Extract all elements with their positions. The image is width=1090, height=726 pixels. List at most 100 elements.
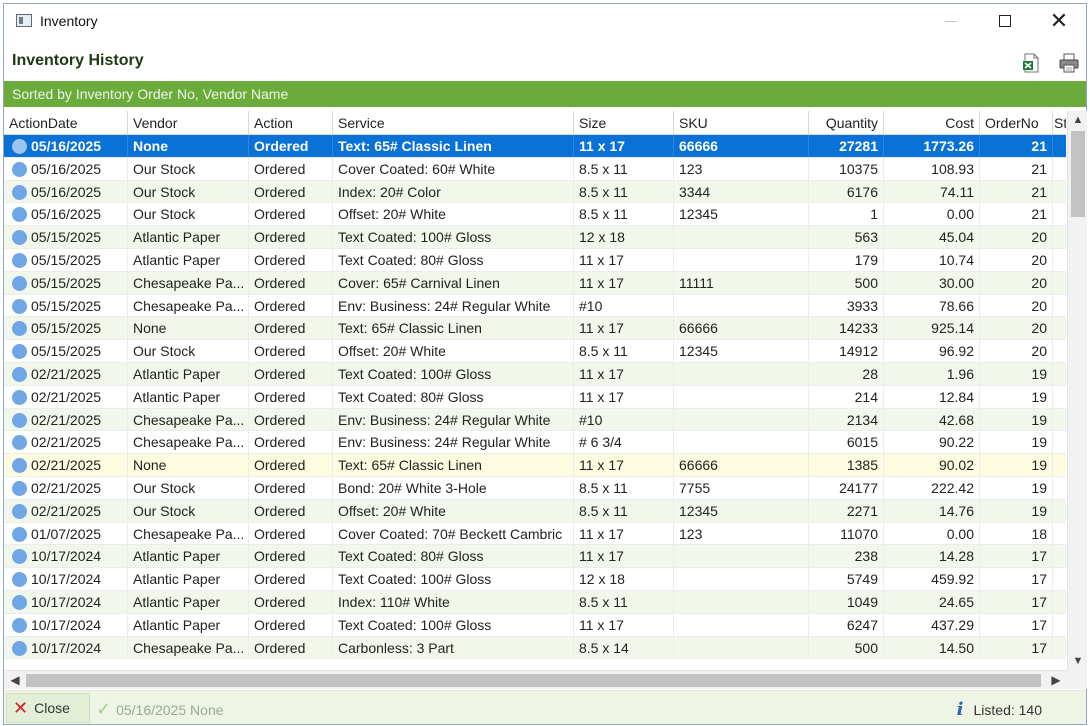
cell-service: Offset: 20# White [333,499,574,522]
cell-service: Text: 65# Classic Linen [333,454,574,476]
cell-action: Ordered [249,590,333,613]
cell-quantity: 179 [809,248,884,271]
cell-sku [674,613,809,636]
sort-description-bar: Sorted by Inventory Order No, Vendor Nam… [4,81,1086,107]
horizontal-scrollbar[interactable]: ◀ ▶ [4,670,1067,689]
table-row[interactable]: 02/21/2025 Our Stock Ordered Offset: 20# Wh… [4,499,1066,523]
table-row[interactable]: 05/15/2025 Our Stock Ordered Offset: 20# Wh… [4,340,1066,363]
table-row[interactable]: 05/15/2025 Atlantic Paper Ordered Text Coat… [4,226,1066,249]
cell-quantity: 214 [809,385,884,408]
cell-status [1053,614,1066,636]
table-row[interactable]: 05/15/2025 None Ordered Text: 65# Classic L… [4,317,1066,341]
maximize-button[interactable] [978,4,1032,38]
cell-actiondate-text: 02/21/2025 [31,388,102,405]
scroll-up-icon[interactable]: ▲ [1068,111,1088,129]
cell-actiondate-text: 05/15/2025 [31,229,102,246]
table-row[interactable]: 05/16/2025 Our Stock Ordered Offset: 20# Wh… [4,203,1066,227]
title-bar[interactable]: Inventory ✕ [4,4,1086,38]
table-row[interactable]: 10/17/2024 Chesapeake Pa... Ordered Carbonl… [4,636,1066,660]
inventory-window: Inventory ✕ Inventory History Sorted by … [3,3,1087,725]
table-row[interactable]: 05/16/2025 Our Stock Ordered Cover Coated: … [4,157,1066,181]
cell-action: Ordered [249,636,333,659]
table-row[interactable]: 02/21/2025 Chesapeake Pa... Ordered Env: Bu… [4,431,1066,455]
column-header-service[interactable]: Service [333,111,574,134]
vertical-scroll-thumb[interactable] [1071,131,1085,217]
cell-action: Ordered [249,226,333,248]
cell-cost: 30.00 [884,271,980,294]
cell-status [1053,226,1066,248]
cell-action: Ordered [249,203,333,226]
scroll-down-icon[interactable]: ▼ [1068,652,1088,670]
cell-action: Ordered [249,454,333,476]
table-row[interactable]: 10/17/2024 Atlantic Paper Ordered Index: 11… [4,590,1066,614]
inventory-grid[interactable]: ActionDate Vendor Action Service Size SK… [4,111,1066,670]
cell-vendor: Chesapeake Pa... [128,522,249,545]
cell-orderno: 20 [980,271,1053,294]
table-row[interactable]: 01/07/2025 Chesapeake Pa... Ordered Cover C… [4,522,1066,546]
row-status-dot-icon [12,184,27,200]
table-row[interactable]: 05/15/2025 Atlantic Paper Ordered Text Coat… [4,248,1066,272]
cell-status [1053,295,1066,317]
cell-status [1053,568,1066,590]
column-header-cost[interactable]: Cost [884,111,980,134]
column-header-vendor[interactable]: Vendor [128,111,249,134]
horizontal-scroll-thumb[interactable] [26,674,1041,687]
table-row[interactable]: 10/17/2024 Atlantic Paper Ordered Text Coat… [4,613,1066,637]
table-row[interactable]: 02/21/2025 Atlantic Paper Ordered Text Coat… [4,385,1066,409]
cell-orderno: 21 [980,180,1053,203]
cell-service: Cover Coated: 60# White [333,157,574,180]
cell-status [1053,317,1066,339]
column-header-orderno[interactable]: OrderNo [980,111,1053,134]
scroll-left-icon[interactable]: ◀ [6,671,24,690]
table-row[interactable]: 02/21/2025 Our Stock Ordered Bond: 20# Whit… [4,476,1066,500]
column-header-sku[interactable]: SKU [674,111,809,134]
column-header-actiondate[interactable]: ActionDate [4,111,128,134]
column-header-quantity[interactable]: Quantity [809,111,884,134]
cell-cost: 74.11 [884,180,980,203]
cell-orderno: 21 [980,135,1053,157]
table-row[interactable]: 05/15/2025 Chesapeake Pa... Ordered Env: Bu… [4,294,1066,318]
cell-action: Ordered [249,613,333,636]
cell-actiondate: 05/16/2025 [4,180,128,203]
cell-status [1053,135,1066,157]
cell-actiondate-text: 02/21/2025 [31,502,102,519]
cell-actiondate: 10/17/2024 [4,568,128,590]
cell-actiondate: 05/15/2025 [4,226,128,248]
table-row[interactable]: 05/15/2025 Chesapeake Pa... Ordered Cover: … [4,271,1066,295]
cell-cost: 90.22 [884,431,980,454]
cell-quantity: 2134 [809,408,884,431]
cell-actiondate-text: 05/16/2025 [31,183,102,200]
column-header-status[interactable]: St [1053,111,1066,134]
listed-count-text: Listed: 140 [973,701,1043,718]
excel-export-icon [1023,53,1039,73]
minimize-button[interactable] [924,4,978,38]
cell-sku: 123 [674,522,809,545]
column-header-action[interactable]: Action [249,111,333,134]
table-row[interactable]: 02/21/2025 None Ordered Text: 65# Classic L… [4,454,1066,477]
table-row[interactable]: 02/21/2025 Atlantic Paper Ordered Text Coat… [4,362,1066,386]
table-row[interactable]: 10/17/2024 Atlantic Paper Ordered Text Coat… [4,545,1066,569]
cell-quantity: 24177 [809,476,884,499]
listed-count: i Listed: 140 [957,699,1042,720]
table-row[interactable]: 05/16/2025 Our Stock Ordered Index: 20# Col… [4,180,1066,204]
scroll-right-icon[interactable]: ▶ [1047,671,1065,690]
table-row[interactable]: 02/21/2025 Chesapeake Pa... Ordered Env: Bu… [4,408,1066,432]
table-row[interactable]: 05/16/2025 None Ordered Text: 65# Classic L… [4,135,1066,158]
cell-actiondate: 05/15/2025 [4,340,128,362]
column-header-size[interactable]: Size [574,111,674,134]
cell-vendor: Our Stock [128,203,249,226]
cell-service: Offset: 20# White [333,203,574,226]
print-button[interactable] [1058,52,1080,74]
cell-status [1053,545,1066,567]
close-button[interactable]: ✕ Close [6,693,90,723]
info-icon: i [956,699,964,720]
cell-actiondate: 02/21/2025 [4,362,128,385]
cell-cost: 96.92 [884,340,980,362]
vertical-scrollbar[interactable]: ▲ ▼ [1067,111,1087,670]
cell-status [1053,477,1066,499]
cell-cost: 78.66 [884,294,980,317]
cell-actiondate-text: 05/16/2025 [31,206,102,223]
export-excel-button[interactable] [1020,52,1042,74]
table-row[interactable]: 10/17/2024 Atlantic Paper Ordered Text Coat… [4,568,1066,591]
close-window-button[interactable]: ✕ [1032,4,1086,38]
